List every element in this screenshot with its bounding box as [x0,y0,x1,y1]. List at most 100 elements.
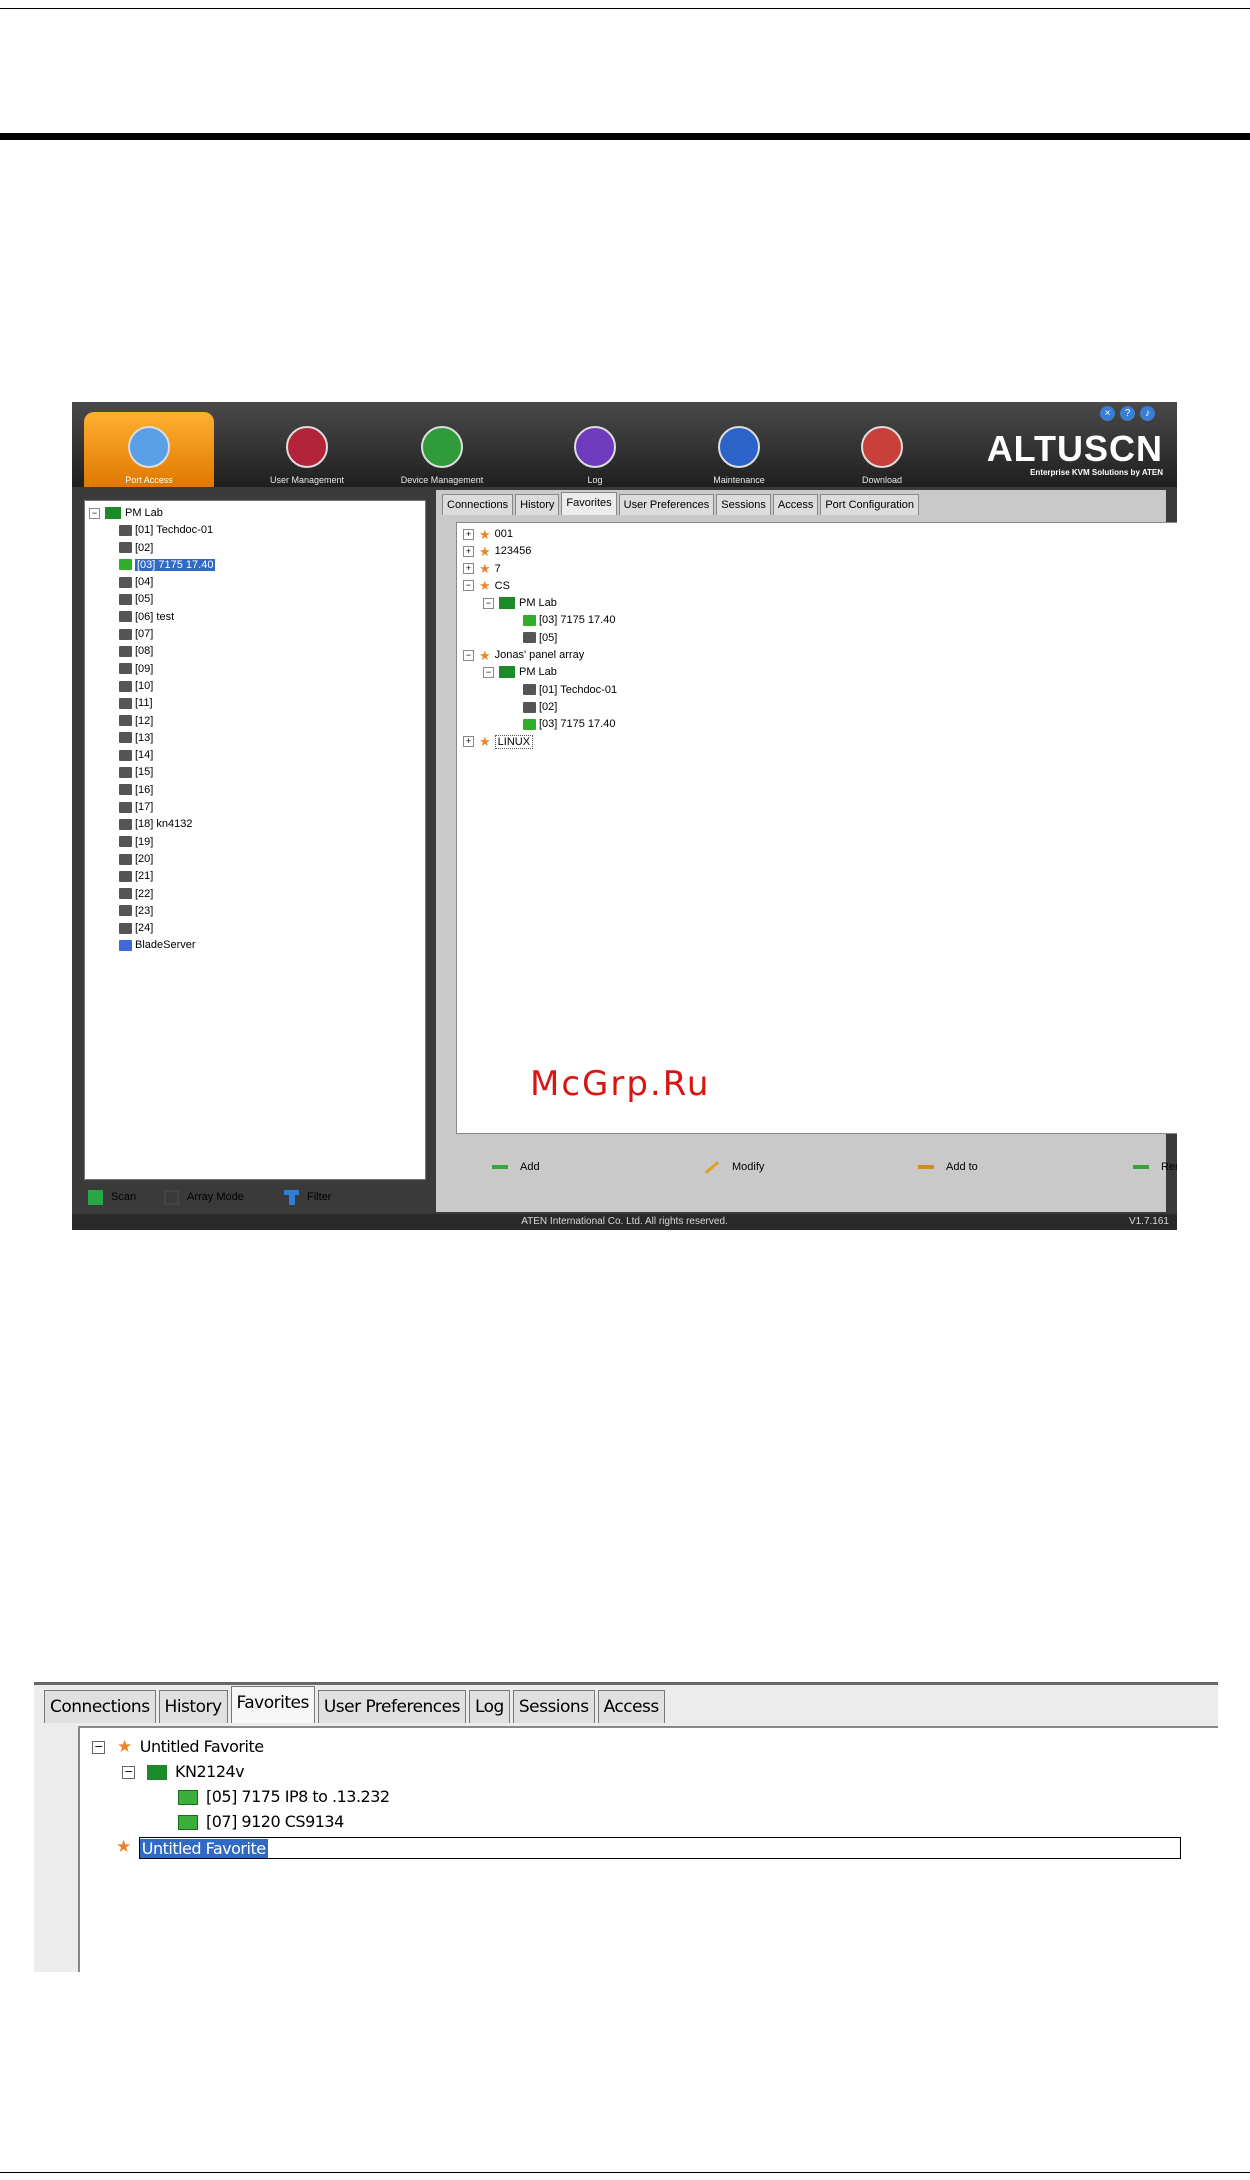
tab-user-preferences[interactable]: User Preferences [618,494,715,515]
array-mode-button[interactable]: Array Mode [164,1189,244,1205]
favorite-device[interactable]: − KN2124v [92,1759,1181,1784]
favorite-item[interactable]: + ★ 123456 [463,543,617,560]
computer-icon [119,905,132,917]
favorite-group[interactable]: − PM Lab [463,664,617,681]
scan-button[interactable]: Scan [88,1189,136,1205]
favorite-name-input[interactable]: Untitled Favorite [138,1836,1181,1859]
computer-icon [119,888,132,900]
port-item[interactable]: [01] Techdoc-01 [89,522,215,539]
tab-access[interactable]: Access [772,494,819,515]
filter-button[interactable]: Filter [284,1189,331,1205]
favorites-tree: + ★ 001 + ★ 123456 + ★ 7 − ★ CS − PM Lab [03] 717… [463,526,617,751]
favorite-group[interactable]: − PM Lab [463,595,617,612]
port-item[interactable]: [09] [89,661,215,678]
favorite-port[interactable]: [02] [463,699,617,716]
remove-button[interactable]: Remove [1133,1158,1177,1176]
favorite-port[interactable]: [03] 7175 17.40 [463,716,617,733]
expand-icon[interactable]: + [463,563,474,575]
tab-favorites[interactable]: Favorites [561,492,617,515]
port-item[interactable]: [13] [89,730,215,747]
collapse-icon[interactable]: − [483,666,494,678]
favorite-item[interactable]: + ★ 001 [463,526,617,543]
favorite-port[interactable]: [05] [463,630,617,647]
favorite-port[interactable]: [03] 7175 17.40 [463,612,617,629]
nav-log[interactable]: Log [530,412,660,487]
port-item[interactable]: [20] [89,851,215,868]
tab-sessions[interactable]: Sessions [716,494,771,515]
collapse-icon[interactable]: − [122,1766,135,1779]
favorite-item-editing[interactable]: ★ Untitled Favorite [92,1834,1181,1859]
expand-icon[interactable]: + [463,545,474,557]
nav-port-access[interactable]: Port Access [84,412,214,487]
tab-log[interactable]: Log [468,1690,510,1723]
port-item[interactable]: [08] [89,643,215,660]
port-item[interactable]: [05] [89,591,215,608]
computer-icon [119,715,132,727]
tab-connections[interactable]: Connections [44,1690,156,1723]
maintenance-icon [718,426,760,468]
port-item[interactable]: [23] [89,903,215,920]
port-item[interactable]: [14] [89,747,215,764]
tab-history[interactable]: History [158,1690,228,1723]
collapse-icon[interactable]: − [92,1741,105,1754]
port-item[interactable]: [24] [89,920,215,937]
port-item[interactable]: [16] [89,782,215,799]
port-label: [08] [135,645,154,658]
port-item[interactable]: [18] kn4132 [89,816,215,833]
close-icon[interactable]: × [1100,406,1115,421]
collapse-icon[interactable]: − [89,507,100,519]
page-bottom-rule [0,2172,1250,2173]
port-item[interactable]: [11] [89,695,215,712]
port-item[interactable]: [21] [89,868,215,885]
collapse-icon[interactable]: − [463,580,474,592]
port-item[interactable]: [04] [89,574,215,591]
port-label: [11] [135,697,153,710]
favorite-port[interactable]: [07] 9120 CS9134 [92,1809,1181,1834]
tab-user-preferences[interactable]: User Preferences [317,1690,466,1723]
expand-icon[interactable]: + [463,736,474,748]
computer-icon [119,749,132,761]
nav-download[interactable]: Download [817,412,947,487]
download-icon [861,426,903,468]
nav-maintenance[interactable]: Maintenance [674,412,804,487]
favorite-item[interactable]: − ★ Jonas' panel array [463,647,617,664]
blade-server-item[interactable]: BladeServer [89,937,215,954]
tab-port-configuration[interactable]: Port Configuration [820,494,920,515]
main-window-screenshot: Port Access User Management Device Manag… [72,402,1177,1230]
computer-icon [119,836,132,848]
tree-root[interactable]: − PM Lab [89,505,215,522]
collapse-icon[interactable]: − [483,597,494,609]
nav-device-management[interactable]: Device Management [377,412,507,487]
port-item[interactable]: [22] [89,886,215,903]
help-icon[interactable]: ? [1120,406,1135,421]
port-item[interactable]: [06] test [89,609,215,626]
expand-icon[interactable]: + [463,528,474,540]
tab-favorites[interactable]: Favorites [230,1686,315,1723]
star-icon: ★ [117,1737,132,1757]
add-button[interactable]: Add [492,1158,540,1176]
port-item[interactable]: [02] [89,540,215,557]
modify-button[interactable]: Modify [704,1158,764,1176]
favorite-item[interactable]: − ★ Untitled Favorite [92,1734,1181,1759]
port-item[interactable]: [15] [89,764,215,781]
port-item[interactable]: [12] [89,713,215,730]
tab-history[interactable]: History [515,494,560,515]
tab-access[interactable]: Access [597,1690,665,1723]
add-to-button[interactable]: Add to [918,1158,978,1176]
sound-icon[interactable]: ♪ [1140,406,1155,421]
port-item[interactable]: [10] [89,678,215,695]
port-item[interactable]: [07] [89,626,215,643]
nav-user-management[interactable]: User Management [242,412,372,487]
favorite-port[interactable]: [01] Techdoc-01 [463,682,617,699]
favorite-item[interactable]: − ★ CS [463,578,617,595]
port-item[interactable]: [19] [89,834,215,851]
favorite-port[interactable]: [05] 7175 IP8 to .13.232 [92,1784,1181,1809]
port-item[interactable]: [03] 7175 17.40 [89,557,216,574]
tab-sessions[interactable]: Sessions [512,1690,595,1723]
tab-connections[interactable]: Connections [442,494,514,515]
favorite-item[interactable]: + ★ LINUX [463,734,617,751]
port-label: [17] [135,801,154,814]
favorite-item[interactable]: + ★ 7 [463,561,617,578]
collapse-icon[interactable]: − [463,649,474,661]
port-item[interactable]: [17] [89,799,215,816]
